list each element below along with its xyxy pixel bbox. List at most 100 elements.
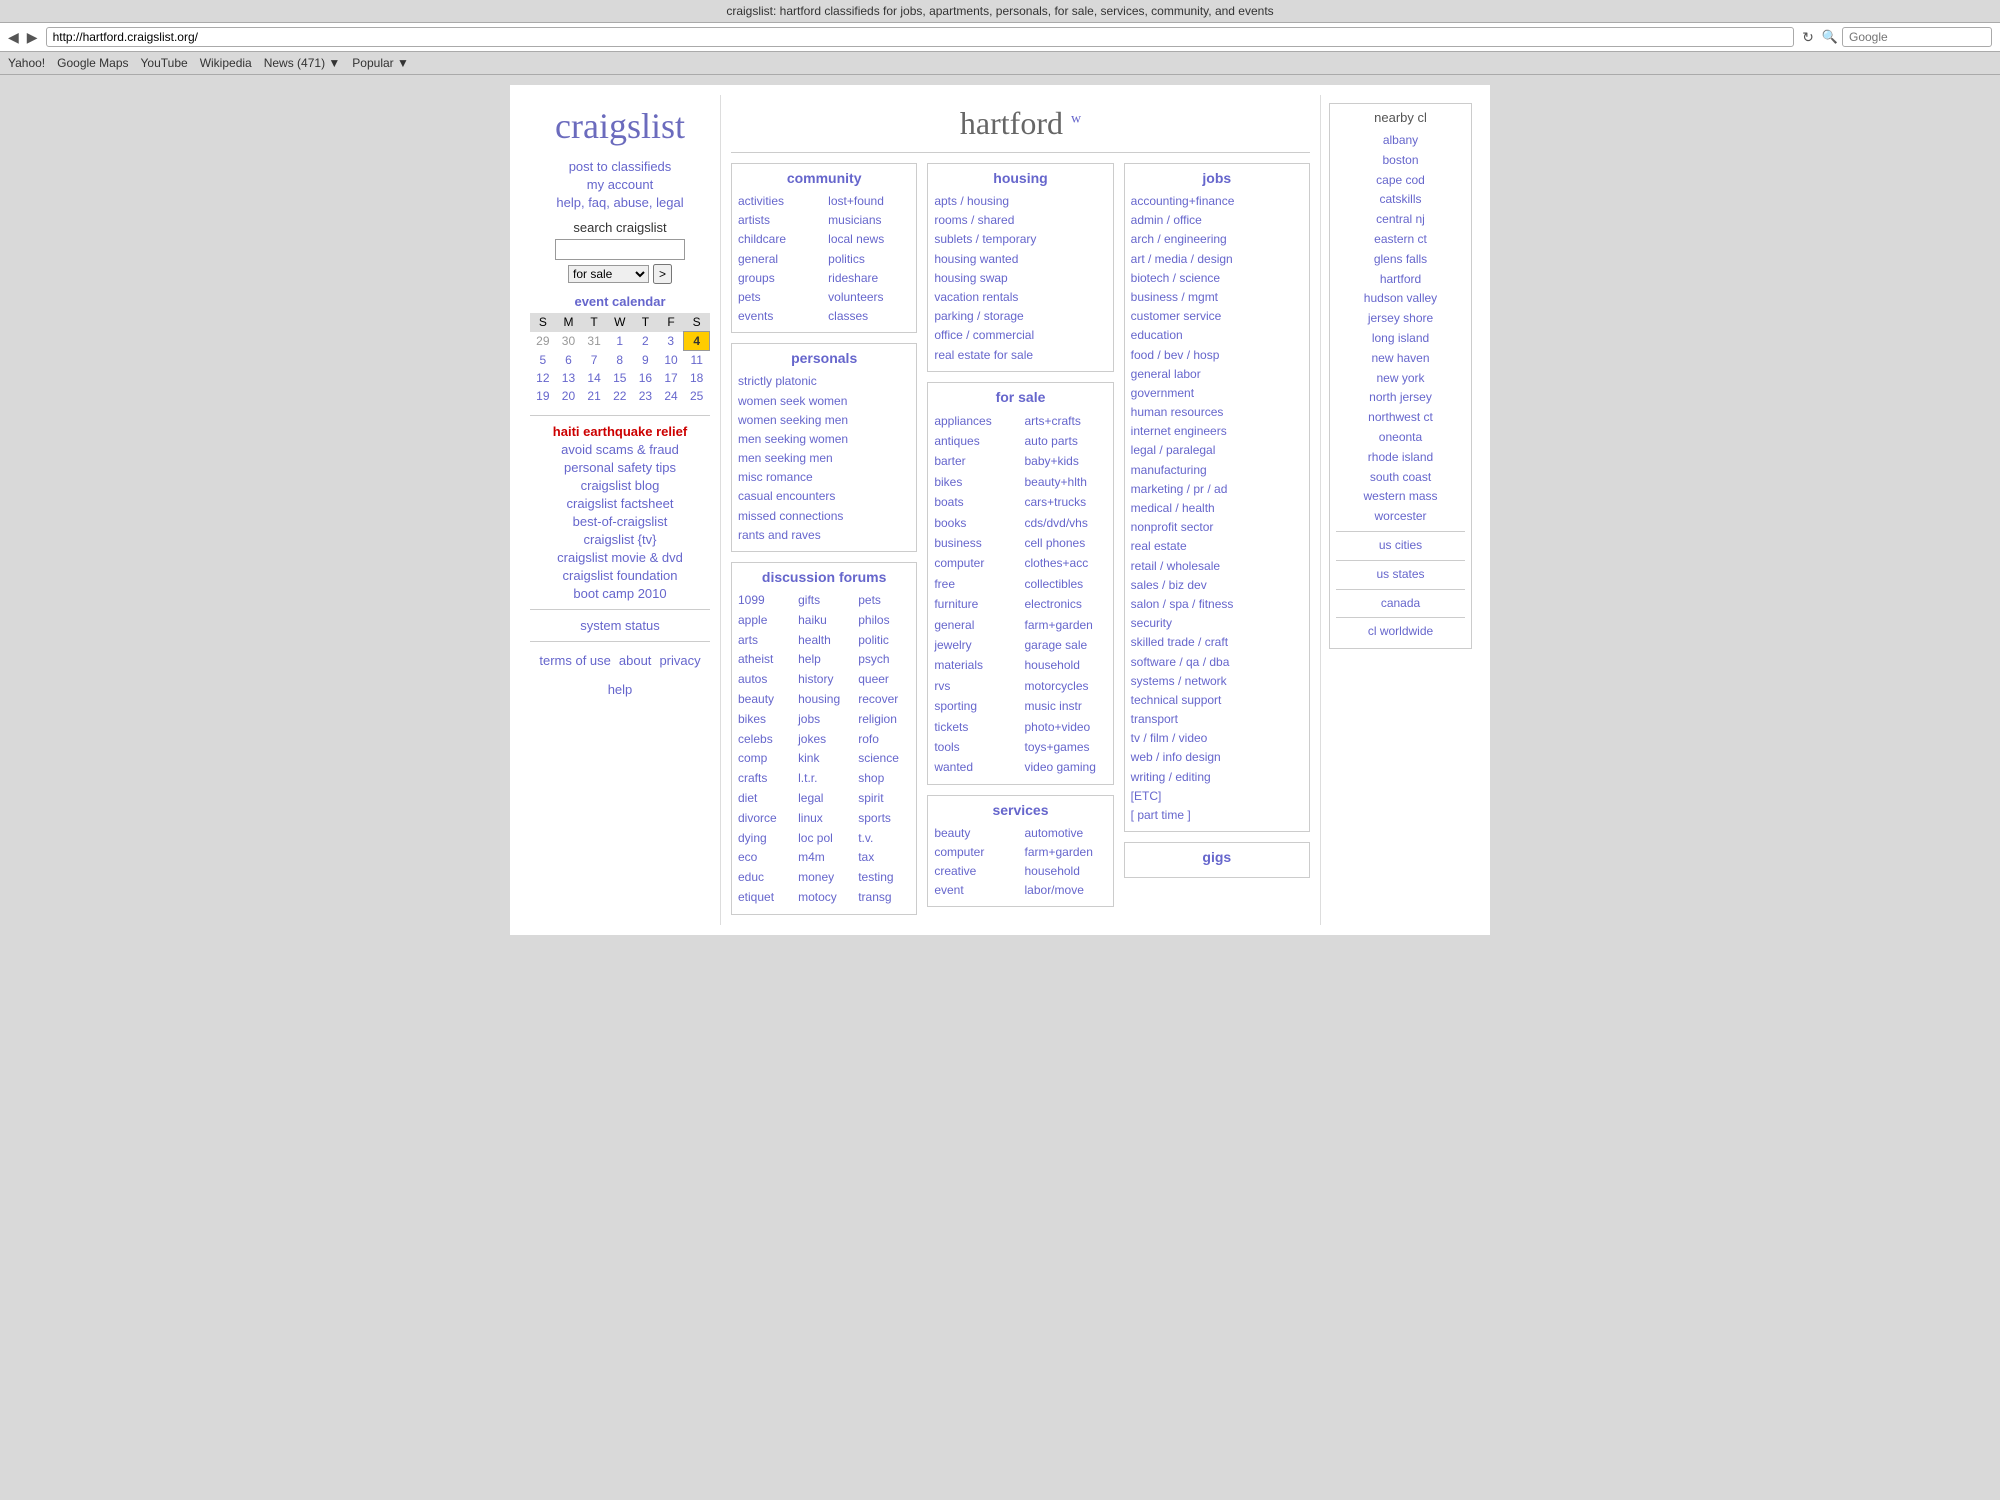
housing-parking[interactable]: parking / storage [934,307,1106,326]
forum-apple[interactable]: apple [738,611,790,631]
forsale-photovideo[interactable]: photo+video [1024,717,1106,737]
cal-day-9[interactable]: 9 [633,351,659,370]
forum-celebs[interactable]: celebs [738,730,790,750]
cal-day-21[interactable]: 21 [581,387,607,405]
cal-day-23[interactable]: 23 [633,387,659,405]
personals-womenseekingmen[interactable]: women seeking men [738,411,910,430]
services-computer[interactable]: computer [934,843,1016,862]
jobs-humanresources[interactable]: human resources [1131,403,1303,422]
forsale-toysgames[interactable]: toys+games [1024,737,1106,757]
forsale-jewelry[interactable]: jewelry [934,635,1016,655]
nearby-canada[interactable]: canada [1336,594,1465,614]
search-button[interactable]: > [653,264,672,284]
jobs-transport[interactable]: transport [1131,710,1303,729]
forum-etiquet[interactable]: etiquet [738,888,790,908]
browser-search-input[interactable] [1842,27,1992,47]
forum-history[interactable]: history [798,670,850,690]
services-automotive[interactable]: automotive [1025,824,1107,843]
community-groups[interactable]: groups [738,269,820,288]
jobs-education[interactable]: education [1131,326,1303,345]
privacy-link[interactable]: privacy [659,653,700,668]
forsale-babykids[interactable]: baby+kids [1024,451,1106,471]
best-of-link[interactable]: best-of-craigslist [530,514,710,529]
jobs-internet[interactable]: internet engineers [1131,422,1303,441]
nearby-catskills[interactable]: catskills [1336,190,1465,210]
forum-jobs[interactable]: jobs [798,710,850,730]
cal-day-5[interactable]: 5 [530,351,556,370]
about-link[interactable]: about [619,653,652,668]
forum-autos[interactable]: autos [738,670,790,690]
forum-tax[interactable]: tax [858,848,910,868]
housing-rooms[interactable]: rooms / shared [934,211,1106,230]
forum-ltr[interactable]: l.t.r. [798,769,850,789]
forward-button[interactable]: ▶ [27,29,38,46]
cal-day-1[interactable]: 1 [607,332,633,351]
forsale-garagesale[interactable]: garage sale [1024,635,1106,655]
cal-day-15[interactable]: 15 [607,369,633,387]
forsale-cdsdvd[interactable]: cds/dvd/vhs [1024,513,1106,533]
cal-day-3[interactable]: 3 [658,332,684,351]
forsale-computer[interactable]: computer [934,553,1016,573]
housing-vacation[interactable]: vacation rentals [934,288,1106,307]
forsale-clothesacc[interactable]: clothes+acc [1024,553,1106,573]
nearby-usstates[interactable]: us states [1336,565,1465,585]
cal-day-25[interactable]: 25 [684,387,710,405]
cal-day-29[interactable]: 29 [530,332,556,351]
cal-day-30[interactable]: 30 [556,332,582,351]
forsale-tools[interactable]: tools [934,737,1016,757]
cal-day-14[interactable]: 14 [581,369,607,387]
services-creative[interactable]: creative [934,862,1016,881]
forum-educ[interactable]: educ [738,868,790,888]
safety-tips-link[interactable]: personal safety tips [530,460,710,475]
cal-day-10[interactable]: 10 [658,351,684,370]
blog-link[interactable]: craigslist blog [530,478,710,493]
forum-kink[interactable]: kink [798,749,850,769]
forsale-appliances[interactable]: appliances [934,411,1016,431]
city-superscript[interactable]: w [1071,111,1081,126]
personals-missedconnections[interactable]: missed connections [738,507,910,526]
forum-religion[interactable]: religion [858,710,910,730]
nearby-glensfalls[interactable]: glens falls [1336,250,1465,270]
bootcamp-link[interactable]: boot camp 2010 [530,586,710,601]
nearby-easternct[interactable]: eastern ct [1336,230,1465,250]
bookmark-googlemaps[interactable]: Google Maps [57,56,128,70]
housing-office[interactable]: office / commercial [934,326,1106,345]
cal-day-20[interactable]: 20 [556,387,582,405]
housing-realestate[interactable]: real estate for sale [934,346,1106,365]
personals-menseekingwomen[interactable]: men seeking women [738,430,910,449]
forsale-boats[interactable]: boats [934,492,1016,512]
nearby-clworldwide[interactable]: cl worldwide [1336,622,1465,642]
system-status-link[interactable]: system status [530,618,710,633]
forum-jokes[interactable]: jokes [798,730,850,750]
nearby-newhaven[interactable]: new haven [1336,349,1465,369]
personals-menseekingmen[interactable]: men seeking men [738,449,910,468]
forum-legal[interactable]: legal [798,789,850,809]
jobs-salon[interactable]: salon / spa / fitness [1131,595,1303,614]
forum-spirit[interactable]: spirit [858,789,910,809]
jobs-skilledtrade[interactable]: skilled trade / craft [1131,633,1303,652]
forum-haiku[interactable]: haiku [798,611,850,631]
jobs-arch[interactable]: arch / engineering [1131,230,1303,249]
nearby-oneonta[interactable]: oneonta [1336,428,1465,448]
movie-dvd-link[interactable]: craigslist movie & dvd [530,550,710,565]
nearby-westernmass[interactable]: western mass [1336,487,1465,507]
forum-rofo[interactable]: rofo [858,730,910,750]
nearby-capecod[interactable]: cape cod [1336,171,1465,191]
jobs-tvfilm[interactable]: tv / film / video [1131,729,1303,748]
community-classes[interactable]: classes [828,307,910,326]
jobs-nonprofit[interactable]: nonprofit sector [1131,518,1303,537]
bookmark-youtube[interactable]: YouTube [141,56,188,70]
jobs-food[interactable]: food / bev / hosp [1131,346,1303,365]
community-general[interactable]: general [738,250,820,269]
bookmark-yahoo[interactable]: Yahoo! [8,56,45,70]
forum-locpol[interactable]: loc pol [798,829,850,849]
forsale-bikes[interactable]: bikes [934,472,1016,492]
forsale-autoparts[interactable]: auto parts [1024,431,1106,451]
nearby-boston[interactable]: boston [1336,151,1465,171]
forsale-books[interactable]: books [934,513,1016,533]
forum-atheist[interactable]: atheist [738,650,790,670]
community-activities[interactable]: activities [738,192,820,211]
forum-linux[interactable]: linux [798,809,850,829]
nearby-newyork[interactable]: new york [1336,369,1465,389]
cal-day-6[interactable]: 6 [556,351,582,370]
